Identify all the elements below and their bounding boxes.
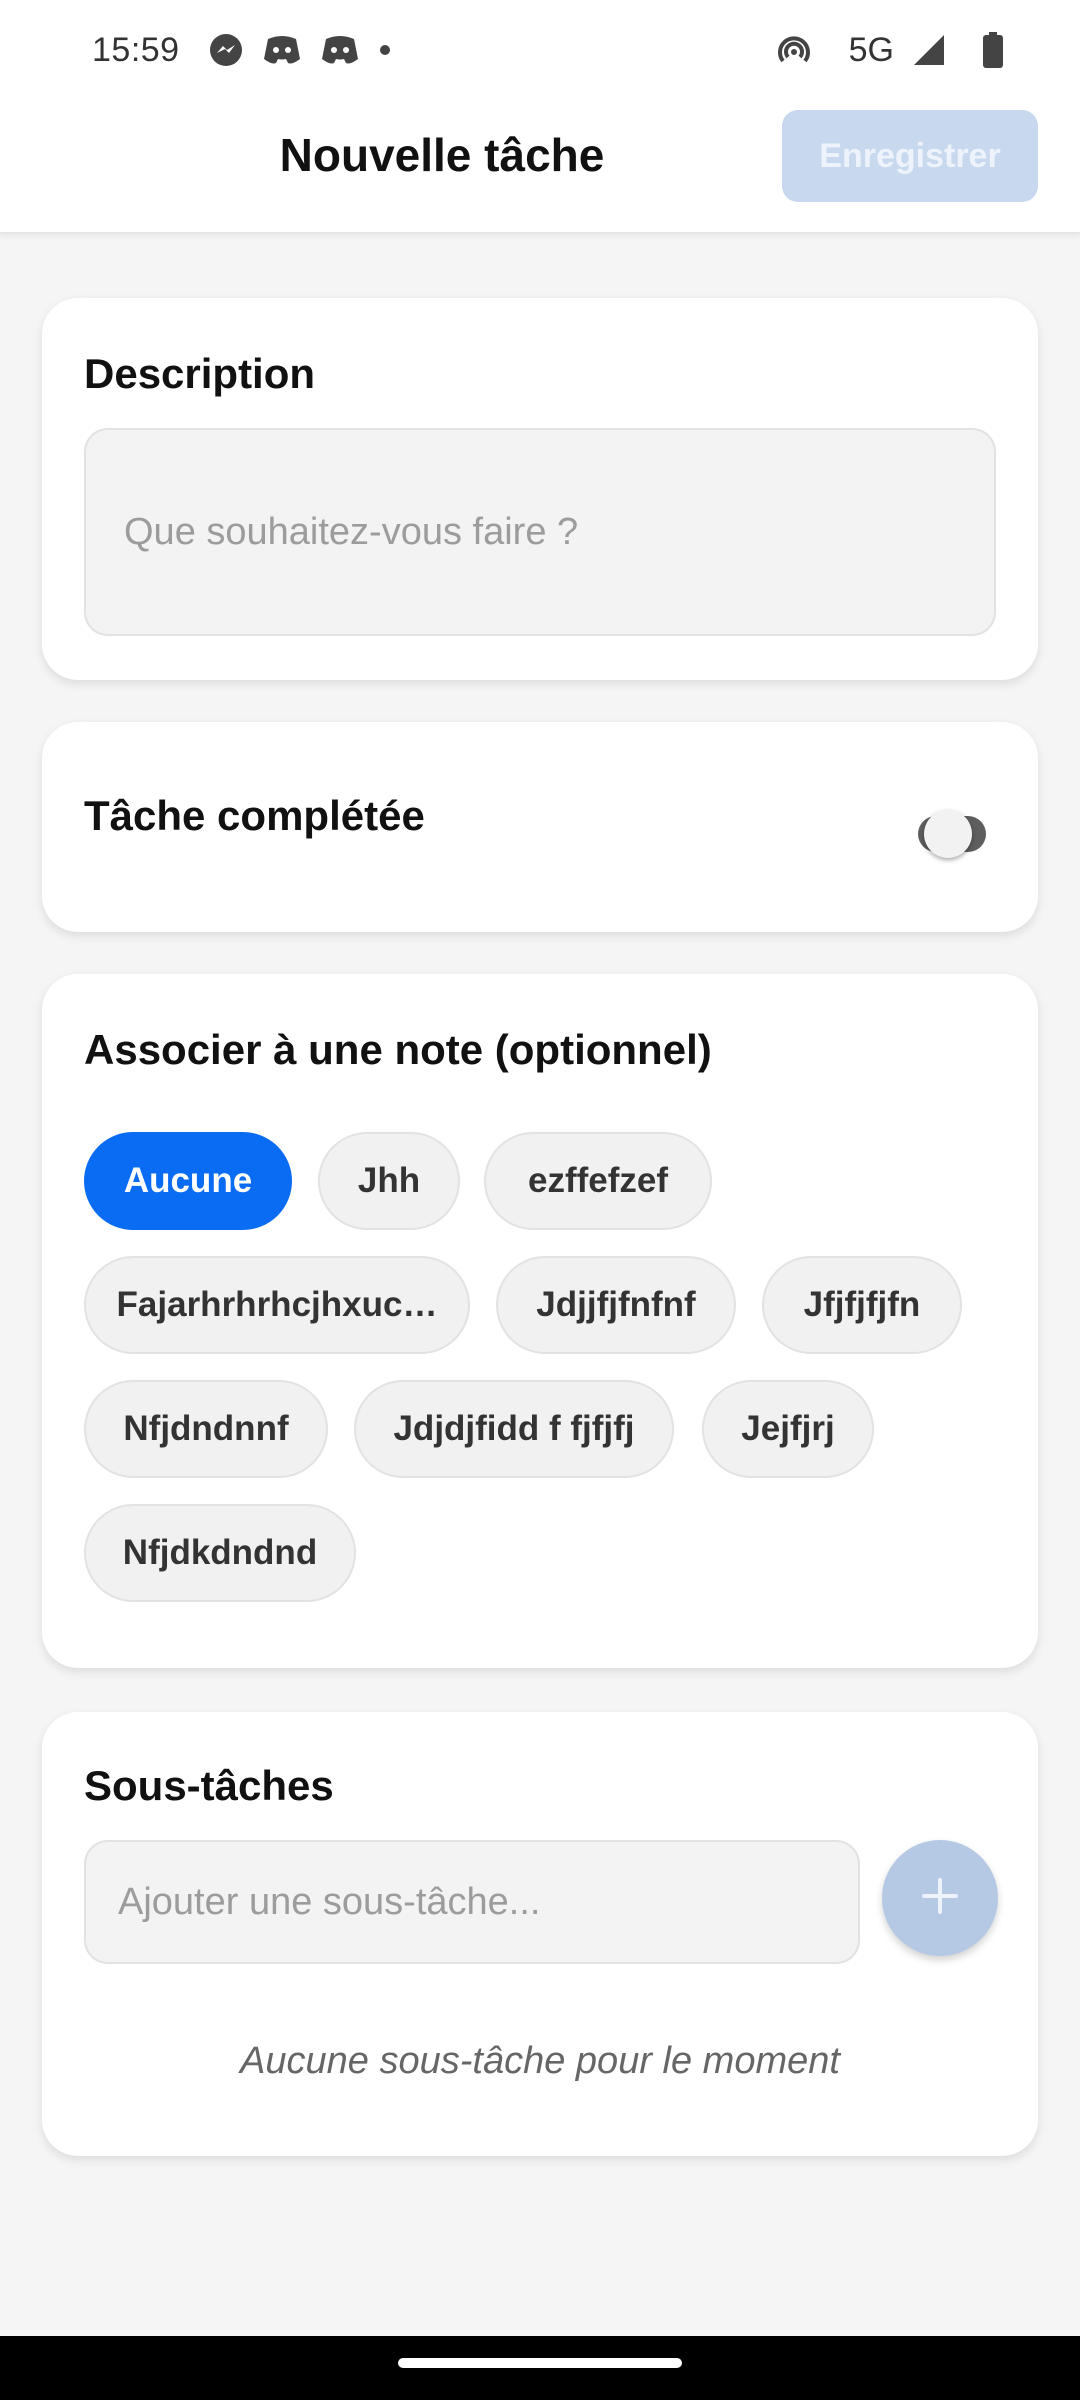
note-label: Associer à une note (optionnel) xyxy=(84,1026,712,1073)
note-chip[interactable]: Fajarhrhrhcjhxuc… xyxy=(84,1256,470,1354)
note-chip[interactable]: Jejfjrj xyxy=(702,1380,874,1478)
note-chip[interactable]: Nfjdndnnf xyxy=(84,1380,328,1478)
completed-label: Tâche complétée xyxy=(84,792,425,839)
hotspot-icon xyxy=(775,31,813,69)
status-bar: 15:59 5G xyxy=(0,0,1080,100)
note-chip[interactable]: Jhh xyxy=(318,1132,460,1230)
description-card: Description Que souhaitez-vous faire ? xyxy=(42,298,1038,680)
description-label: Description xyxy=(84,350,316,397)
signal-icon xyxy=(912,33,946,67)
description-input[interactable]: Que souhaitez-vous faire ? xyxy=(84,428,996,636)
plus-icon xyxy=(920,1876,960,1921)
empty-subtasks-text: Aucune sous-tâche pour le moment xyxy=(240,2040,840,2082)
note-chip[interactable]: Jfjfjfjfn xyxy=(762,1256,962,1354)
completed-card: Tâche complétée xyxy=(42,722,1038,932)
app-header: Nouvelle tâche Enregistrer xyxy=(0,100,1080,234)
dot-icon xyxy=(378,43,392,57)
discord-icon xyxy=(262,33,302,67)
status-time: 15:59 xyxy=(92,30,180,69)
battery-icon xyxy=(982,31,1004,69)
note-card: Associer à une note (optionnel) Aucune J… xyxy=(42,974,1038,1668)
network-type: 5G xyxy=(848,30,894,69)
messenger-icon xyxy=(208,32,244,68)
home-gesture-handle[interactable] xyxy=(398,2358,682,2368)
subtasks-card: Sous-tâches Ajouter une sous-tâche... Au… xyxy=(42,1712,1038,2156)
note-chip[interactable]: Jdjjfjfnfnf xyxy=(496,1256,736,1354)
discord-icon xyxy=(320,33,360,67)
save-button[interactable]: Enregistrer xyxy=(782,110,1038,202)
subtask-input[interactable]: Ajouter une sous-tâche... xyxy=(84,1840,860,1964)
note-chip[interactable]: Nfjdkdndnd xyxy=(84,1504,356,1602)
note-chip-aucune[interactable]: Aucune xyxy=(84,1132,292,1230)
note-chip[interactable]: Jdjdjfidd f fjfjfj xyxy=(354,1380,674,1478)
completed-toggle[interactable] xyxy=(882,802,1012,866)
add-subtask-button[interactable] xyxy=(882,1840,998,1956)
subtasks-label: Sous-tâches xyxy=(84,1762,334,1809)
new-task-screen: 15:59 5G Nouvelle tâche Enregistrer Desc… xyxy=(0,0,1080,2400)
note-chip[interactable]: ezffefzef xyxy=(484,1132,712,1230)
status-right: 5G xyxy=(775,31,1022,70)
toggle-thumb xyxy=(924,810,972,858)
system-nav-bar xyxy=(0,2336,1080,2400)
page-title: Nouvelle tâche xyxy=(279,129,605,181)
